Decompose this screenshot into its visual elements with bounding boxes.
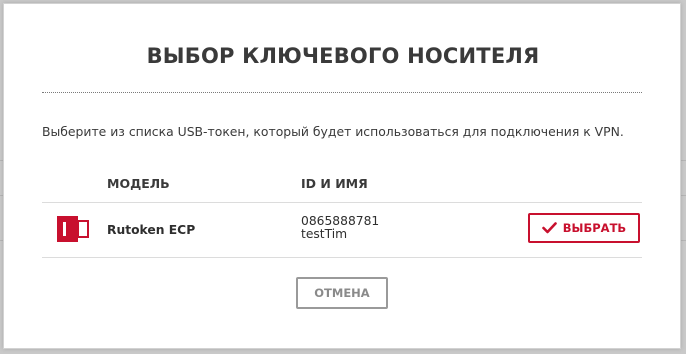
checkmark-icon [541, 222, 557, 234]
token-table: МОДЕЛЬ ID И ИМЯ Rutoken ECP 0865888781 t… [42, 168, 642, 258]
column-header-model: МОДЕЛЬ [107, 176, 170, 191]
column-header-id-name: ID И ИМЯ [301, 176, 368, 191]
table-row: Rutoken ECP 0865888781 testTim ВЫБРАТЬ [42, 203, 642, 258]
select-token-button[interactable]: ВЫБРАТЬ [528, 213, 640, 243]
token-name: testTim [301, 227, 348, 241]
usb-token-icon [57, 216, 89, 242]
title-separator [42, 92, 642, 93]
token-id-and-name: 0865888781 testTim [301, 215, 379, 241]
dialog-description: Выберите из списка USB-токен, который бу… [42, 124, 624, 139]
dialog-title: ВЫБОР КЛЮЧЕВОГО НОСИТЕЛЯ [146, 44, 540, 68]
table-header: МОДЕЛЬ ID И ИМЯ [42, 168, 642, 203]
select-token-label: ВЫБРАТЬ [562, 221, 627, 235]
token-selection-dialog: ВЫБОР КЛЮЧЕВОГО НОСИТЕЛЯ Выберите из спи… [3, 3, 681, 349]
cancel-button[interactable]: ОТМЕНА [296, 277, 388, 309]
token-model: Rutoken ECP [107, 223, 196, 237]
